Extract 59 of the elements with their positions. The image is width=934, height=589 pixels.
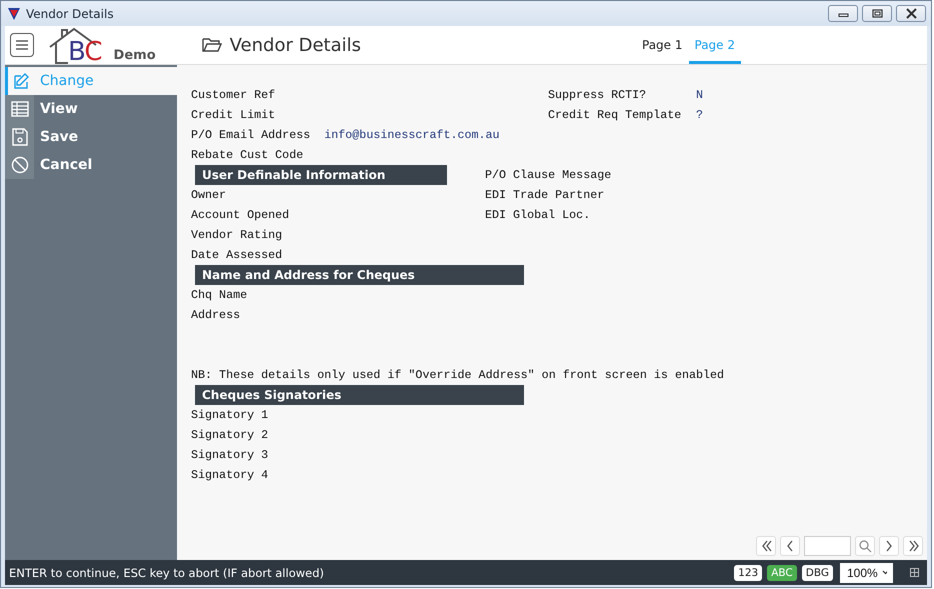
- logo-text: BC: [68, 39, 102, 65]
- edition-label: Demo: [114, 48, 156, 63]
- field-label: P/O Email Address: [191, 128, 310, 142]
- maximize-button[interactable]: [862, 5, 892, 22]
- sidebar-item[interactable]: Save: [5, 123, 177, 151]
- window-title: Vendor Details: [26, 6, 115, 20]
- next-page-button[interactable]: [879, 536, 899, 556]
- field-value: N: [696, 88, 704, 102]
- menu-button[interactable]: [10, 33, 34, 57]
- mode-toggle[interactable]: 123: [734, 564, 762, 580]
- cancel-icon: [5, 151, 34, 179]
- section-header: User Definable Information: [195, 165, 447, 185]
- field-label: Owner: [191, 188, 226, 202]
- section-header: Cheques Signatories: [195, 385, 524, 405]
- search-icon: [858, 539, 872, 553]
- status-message: ENTER to continue, ESC key to abort (IF abort allowed): [9, 566, 325, 580]
- table-icon: [5, 95, 34, 123]
- app-logo-icon: [7, 6, 21, 20]
- field-label: Credit Limit: [191, 108, 276, 122]
- field-label: Chq Name: [191, 288, 248, 302]
- page-title: Vendor Details: [230, 34, 362, 56]
- field-label: Customer Ref: [191, 88, 276, 102]
- field-label: Account Opened: [191, 208, 290, 222]
- field-label: EDI Trade Partner: [485, 188, 606, 202]
- sidebar-item[interactable]: Cancel: [5, 151, 177, 179]
- mode-toggle[interactable]: ABC: [767, 564, 797, 580]
- field-label: Signatory 2: [191, 428, 268, 442]
- folder-icon: [202, 37, 222, 53]
- field-label: P/O Clause Message: [485, 168, 612, 182]
- minimize-button[interactable]: [828, 5, 858, 22]
- field-value: info@businesscraft.com.au: [324, 128, 500, 142]
- field-label: Signatory 3: [191, 448, 268, 462]
- field-label: Credit Req Template: [548, 108, 682, 122]
- page-input-field[interactable]: [804, 536, 851, 556]
- last-page-button[interactable]: [903, 536, 923, 556]
- tab[interactable]: Page 2: [688, 26, 741, 64]
- sidebar-item[interactable]: View: [5, 95, 177, 123]
- first-page-button[interactable]: [756, 536, 776, 556]
- zoom-dropdown[interactable]: 100%: [840, 562, 893, 582]
- menu-icon: [16, 40, 28, 50]
- sidebar-item[interactable]: Change: [5, 67, 177, 95]
- field-label: Date Assessed: [191, 248, 282, 262]
- field-label: Vendor Rating: [191, 228, 282, 242]
- field-label: Signatory 4: [191, 468, 268, 482]
- field-label: Signatory 1: [191, 408, 268, 422]
- tab[interactable]: Page 1: [636, 26, 688, 64]
- note-text: NB: These details only used if "Override Address" on front screen is enabled: [191, 368, 726, 382]
- grid-icon: [910, 568, 919, 577]
- search-button[interactable]: [855, 536, 875, 556]
- field-label: EDI Global Loc.: [485, 208, 592, 222]
- field-value: ?: [696, 108, 704, 122]
- field-label: Address: [191, 308, 240, 322]
- mode-toggle[interactable]: DBG: [802, 564, 833, 580]
- section-header: Name and Address for Cheques: [195, 265, 524, 285]
- field-label: Suppress RCTI?: [548, 88, 648, 102]
- close-button[interactable]: [896, 5, 926, 22]
- previous-page-button[interactable]: [780, 536, 800, 556]
- field-label: Rebate Cust Code: [191, 148, 304, 162]
- chevron-down-icon: [882, 570, 887, 575]
